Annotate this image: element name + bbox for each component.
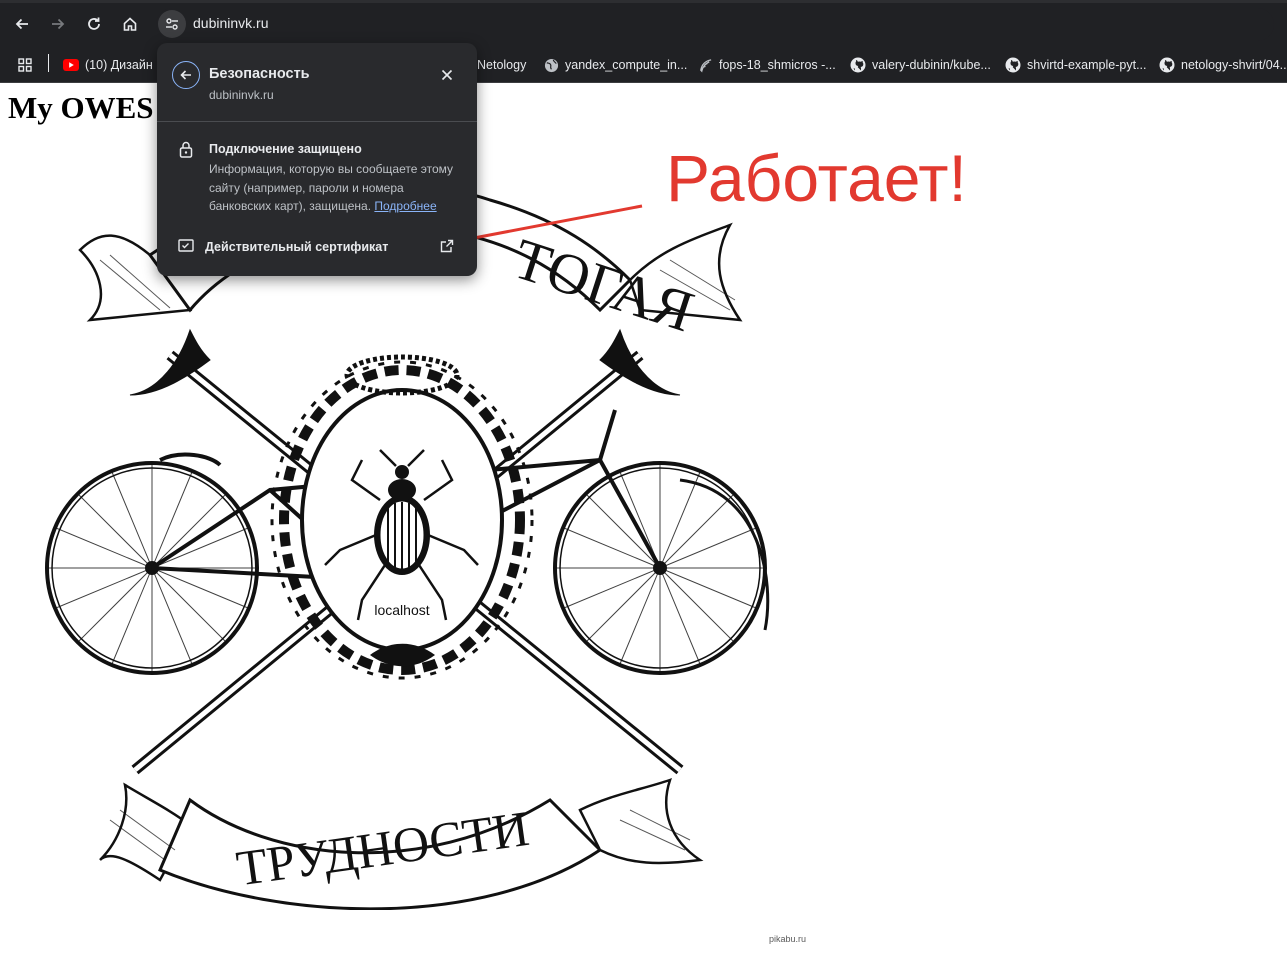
bookmark-yandex-compute[interactable]: yandex_compute_in...: [543, 54, 687, 76]
bookmark-label: yandex_compute_in...: [565, 58, 688, 72]
browser-toolbar: dubininvk.ru: [0, 0, 1287, 48]
page-title: My OWES: [8, 90, 154, 125]
site-info-button[interactable]: [158, 10, 186, 38]
certificate-icon: [178, 239, 194, 252]
popup-back-button[interactable]: [172, 61, 200, 89]
feather-icon: [697, 57, 713, 73]
url-text[interactable]: dubininvk.ru: [193, 15, 269, 31]
close-icon: [441, 69, 453, 81]
globe-icon: [543, 57, 559, 73]
bookmark-valery-dubinin[interactable]: valery-dubinin/kube...: [850, 54, 991, 76]
home-button[interactable]: [117, 11, 143, 37]
bookmark-netology[interactable]: Netology: [477, 54, 526, 76]
popup-close-button[interactable]: [439, 67, 455, 83]
bookmark-shvirtd-example[interactable]: shvirtd-example-pyt...: [1005, 54, 1146, 76]
bookmark-label: (10) Дизайн и: [85, 58, 164, 72]
arrow-left-icon: [180, 70, 191, 80]
external-link-icon: [440, 239, 454, 253]
connection-status: Подключение защищено: [209, 142, 362, 156]
forward-button[interactable]: [45, 11, 71, 37]
reload-button[interactable]: [81, 11, 107, 37]
arrow-right-icon: [52, 18, 65, 30]
lock-icon: [179, 141, 193, 158]
bookmarks-separator: [48, 54, 49, 72]
bookmark-label: netology-shvirt/04...: [1181, 58, 1287, 72]
bookmark-label: shvirtd-example-pyt...: [1027, 58, 1147, 72]
certificate-label: Действительный сертификат: [205, 240, 389, 254]
tab-strip-edge: [0, 0, 1287, 3]
reload-icon: [88, 17, 100, 30]
apps-button[interactable]: [17, 54, 33, 76]
bookmark-label: Netology: [477, 58, 527, 72]
bookmark-youtube[interactable]: (10) Дизайн и: [63, 54, 163, 76]
popup-divider: [157, 121, 477, 122]
address-bar[interactable]: [156, 8, 1274, 41]
bookmark-netology-shvirt[interactable]: netology-shvirt/04...: [1159, 54, 1287, 76]
bookmark-label: valery-dubinin/kube...: [872, 58, 991, 72]
bookmark-label: fops-18_shmicros -...: [719, 58, 836, 72]
emblem-center-text: localhost: [374, 602, 429, 618]
annotation-text: Работает!: [666, 141, 967, 215]
popup-title: Безопасность: [209, 66, 310, 82]
home-icon: [123, 17, 137, 31]
github-icon: [1159, 57, 1175, 73]
youtube-icon: [63, 57, 79, 73]
certificate-row[interactable]: Действительный сертификат: [157, 229, 477, 263]
github-icon: [850, 57, 866, 73]
top-ribbon-text: ТОГАЯ: [506, 226, 701, 345]
more-details-link[interactable]: Подробнее: [374, 199, 436, 213]
back-button[interactable]: [9, 11, 35, 37]
security-popup: Безопасность dubininvk.ru Подключение за…: [157, 43, 477, 276]
arrow-left-icon: [15, 18, 28, 30]
watermark: pikabu.ru: [769, 934, 807, 944]
apps-grid-icon: [18, 58, 32, 72]
popup-domain: dubininvk.ru: [209, 88, 274, 102]
connection-description: Информация, которую вы сообщаете этому с…: [209, 160, 461, 216]
tune-icon: [166, 18, 178, 30]
bookmark-fops[interactable]: fops-18_shmicros -...: [697, 54, 836, 76]
github-icon: [1005, 57, 1021, 73]
bottom-ribbon: ТРУДНОСТИ: [99, 778, 704, 910]
